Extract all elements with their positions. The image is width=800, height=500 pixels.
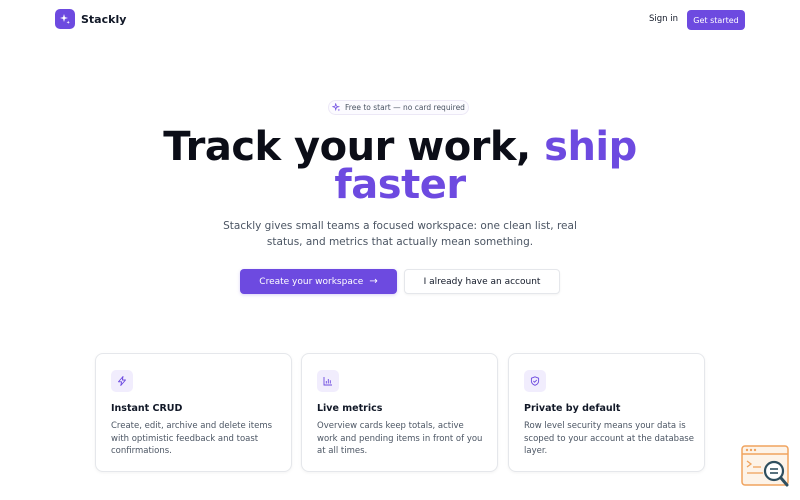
hero-title-accent-1: ship xyxy=(544,124,637,170)
hero-title: Track your work, ship faster xyxy=(0,127,800,205)
get-started-button[interactable]: Get started xyxy=(687,10,745,30)
arrow-right-icon: → xyxy=(369,276,378,287)
create-workspace-label: Create your workspace xyxy=(259,276,364,287)
sign-in-link[interactable]: Sign in xyxy=(649,14,678,24)
feature-title: Live metrics xyxy=(317,403,383,414)
brand-name: Stackly xyxy=(81,12,127,26)
hero-title-accent-2: faster xyxy=(334,162,466,208)
hero-subtitle: Stackly gives small teams a focused work… xyxy=(223,220,577,248)
sparkles-icon xyxy=(332,103,341,112)
feature-card-instant-crud: Instant CRUD Create, edit, archive and d… xyxy=(95,353,292,472)
feature-text: Create, edit, archive and delete items w… xyxy=(111,421,273,456)
feature-text: Row level security means your data is sc… xyxy=(524,421,694,456)
lightning-icon xyxy=(111,370,133,392)
feature-title: Private by default xyxy=(524,403,621,414)
brand-logo[interactable]: Stackly xyxy=(55,9,126,29)
top-nav: Stackly Sign in Get started xyxy=(0,0,800,40)
create-workspace-button[interactable]: Create your workspace → xyxy=(240,269,397,294)
feature-card-live-metrics: Live metrics Overview cards keep totals,… xyxy=(301,353,498,472)
feature-card-private: Private by default Row level security me… xyxy=(508,353,705,472)
feature-title: Instant CRUD xyxy=(111,403,183,414)
shield-icon xyxy=(524,370,546,392)
feature-text: Overview cards keep totals, active work … xyxy=(317,421,483,456)
bar-chart-icon xyxy=(317,370,339,392)
inspector-widget-icon[interactable] xyxy=(741,445,791,490)
existing-account-button[interactable]: I already have an account xyxy=(404,269,560,294)
free-badge: Free to start — no card required xyxy=(328,100,469,115)
badge-text: Free to start — no card required xyxy=(345,103,465,112)
sparkles-icon xyxy=(55,9,75,29)
existing-account-label: I already have an account xyxy=(423,276,541,287)
